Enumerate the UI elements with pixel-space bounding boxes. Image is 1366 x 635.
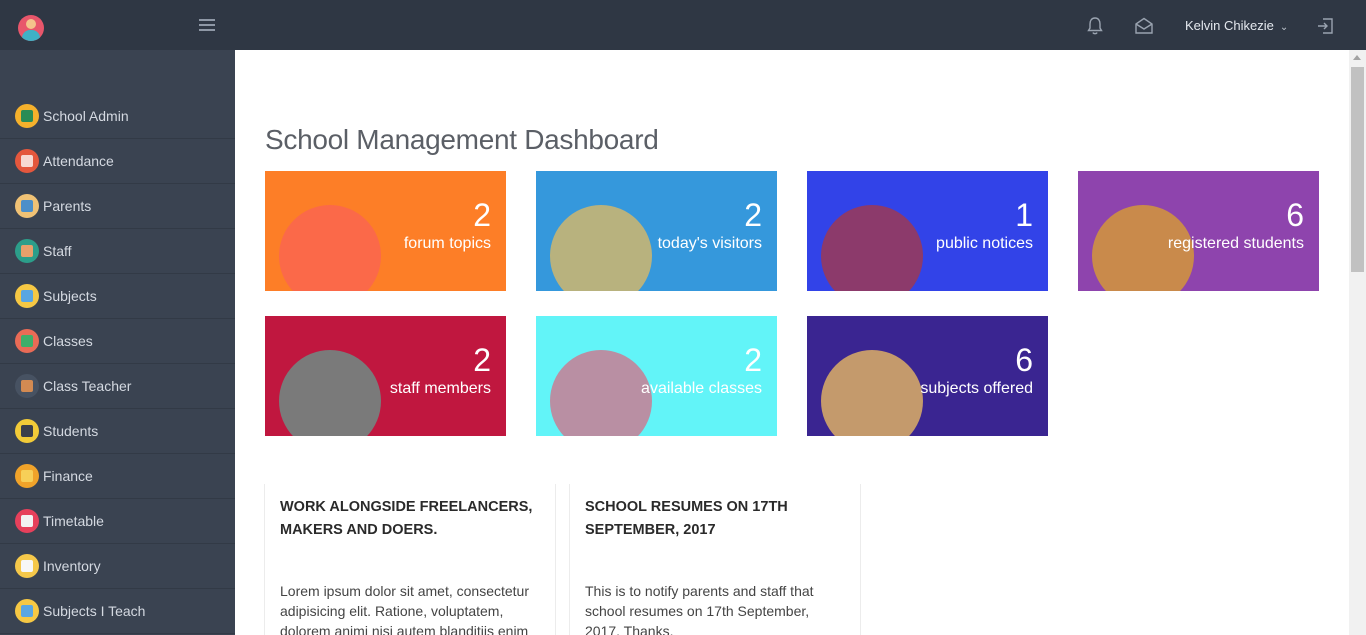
stat-value: 2: [744, 342, 762, 378]
stat-label: registered students: [1167, 235, 1304, 252]
subjects-icon: [15, 284, 39, 308]
sidebar-item-label: Classes: [43, 333, 93, 349]
stat-card-forum-topics[interactable]: 2 forum topics: [265, 171, 506, 291]
stat-value: 6: [1015, 342, 1033, 378]
notice-body: This is to notify parents and staff that…: [585, 583, 814, 635]
stat-label: public notices: [936, 235, 1033, 252]
sidebar-item-subjects[interactable]: Subjects: [0, 274, 235, 319]
sidebar-item-label: Inventory: [43, 558, 101, 574]
megaphone-icon: [821, 205, 923, 291]
sidebar-menu: School Admin Attendance Parents Staff Subjec…: [0, 94, 235, 634]
sidebar-item-label: Class Teacher: [43, 378, 132, 394]
stat-card-today-s-visitors[interactable]: 2 today's visitors: [536, 171, 777, 291]
sidebar-item-label: Staff: [43, 243, 72, 259]
sidebar-item-staff[interactable]: Staff: [0, 229, 235, 274]
stat-value: 2: [473, 342, 491, 378]
stat-card-staff-members[interactable]: 2 staff members: [265, 316, 506, 436]
notebook-pencil-icon: [821, 350, 923, 436]
logout-icon[interactable]: [1316, 16, 1336, 36]
notice-title: WORK ALONGSIDE FREELANCERS, MAKERS AND D…: [280, 499, 533, 538]
subjects-i-teach-icon: [15, 599, 39, 623]
user-menu[interactable]: Kelvin Chikezie ⌄: [1185, 18, 1288, 33]
school-admin-icon: [15, 104, 39, 128]
students-icon: [15, 419, 39, 443]
staff-avatar-icon: [279, 350, 381, 436]
sidebar-item-timetable[interactable]: Timetable: [0, 499, 235, 544]
sidebar-item-label: Timetable: [43, 513, 104, 529]
sidebar-item-label: Subjects I Teach: [43, 603, 146, 619]
sidebar-item-attendance[interactable]: Attendance: [0, 139, 235, 184]
sidebar-item-students[interactable]: Students: [0, 409, 235, 454]
inventory-icon: [15, 554, 39, 578]
notice-body: Lorem ipsum dolor sit amet, consectetur …: [280, 583, 529, 635]
stat-card-registered-students[interactable]: 6 registered students: [1078, 171, 1319, 291]
stat-value: 1: [1015, 197, 1033, 233]
sidebar-item-school-admin[interactable]: School Admin: [0, 94, 235, 139]
chalkboard-icon: [550, 350, 652, 436]
bell-icon[interactable]: [1085, 16, 1105, 36]
notice-card: SCHOOL RESUMES ON 17TH SEPTEMBER, 2017 T…: [569, 484, 861, 635]
top-navbar: Kelvin Chikezie ⌄: [0, 0, 1366, 50]
school-logo-icon[interactable]: [18, 15, 44, 41]
stat-card-available-classes[interactable]: 2 available classes: [536, 316, 777, 436]
finance-icon: [15, 464, 39, 488]
stat-card-subjects-offered[interactable]: 6 subjects offered: [807, 316, 1048, 436]
stat-value: 6: [1286, 197, 1304, 233]
speaking-head-icon: [279, 205, 381, 291]
notice-card: WORK ALONGSIDE FREELANCERS, MAKERS AND D…: [264, 484, 556, 635]
user-name-label: Kelvin Chikezie: [1185, 18, 1274, 33]
classes-icon: [15, 329, 39, 353]
stat-label: staff members: [389, 380, 491, 397]
stat-label: today's visitors: [657, 235, 762, 252]
stat-label: forum topics: [403, 235, 491, 252]
envelope-icon[interactable]: [1134, 16, 1154, 36]
page-title: School Management Dashboard: [265, 124, 659, 155]
timetable-icon: [15, 509, 39, 533]
notice-title: SCHOOL RESUMES ON 17TH SEPTEMBER, 2017: [585, 499, 788, 538]
sidebar: School Admin Attendance Parents Staff Subjec…: [0, 50, 235, 635]
sidebar-item-subjects-i-teach[interactable]: Subjects I Teach: [0, 589, 235, 634]
stat-value: 2: [473, 197, 491, 233]
sidebar-item-parents[interactable]: Parents: [0, 184, 235, 229]
attendance-icon: [15, 149, 39, 173]
scrollbar[interactable]: [1349, 50, 1366, 635]
scroll-up-arrow-icon[interactable]: [1353, 55, 1361, 60]
sidebar-item-inventory[interactable]: Inventory: [0, 544, 235, 589]
sidebar-item-label: School Admin: [43, 108, 129, 124]
id-badge-icon: [550, 205, 652, 291]
sidebar-item-label: Finance: [43, 468, 93, 484]
stat-card-public-notices[interactable]: 1 public notices: [807, 171, 1048, 291]
class-teacher-icon: [15, 374, 39, 398]
hamburger-icon[interactable]: [199, 19, 215, 31]
chevron-down-icon: ⌄: [1279, 22, 1289, 33]
scrollbar-thumb[interactable]: [1351, 67, 1364, 272]
parents-icon: [15, 194, 39, 218]
staff-icon: [15, 239, 39, 263]
sidebar-item-label: Subjects: [43, 288, 97, 304]
stat-value: 2: [744, 197, 762, 233]
stat-label: available classes: [641, 380, 762, 397]
sidebar-item-classes[interactable]: Classes: [0, 319, 235, 364]
sidebar-item-label: Attendance: [43, 153, 114, 169]
sidebar-item-label: Parents: [43, 198, 92, 214]
sidebar-item-class-teacher[interactable]: Class Teacher: [0, 364, 235, 409]
sidebar-item-finance[interactable]: Finance: [0, 454, 235, 499]
stat-label: subjects offered: [920, 380, 1033, 397]
sidebar-item-label: Students: [43, 423, 99, 439]
